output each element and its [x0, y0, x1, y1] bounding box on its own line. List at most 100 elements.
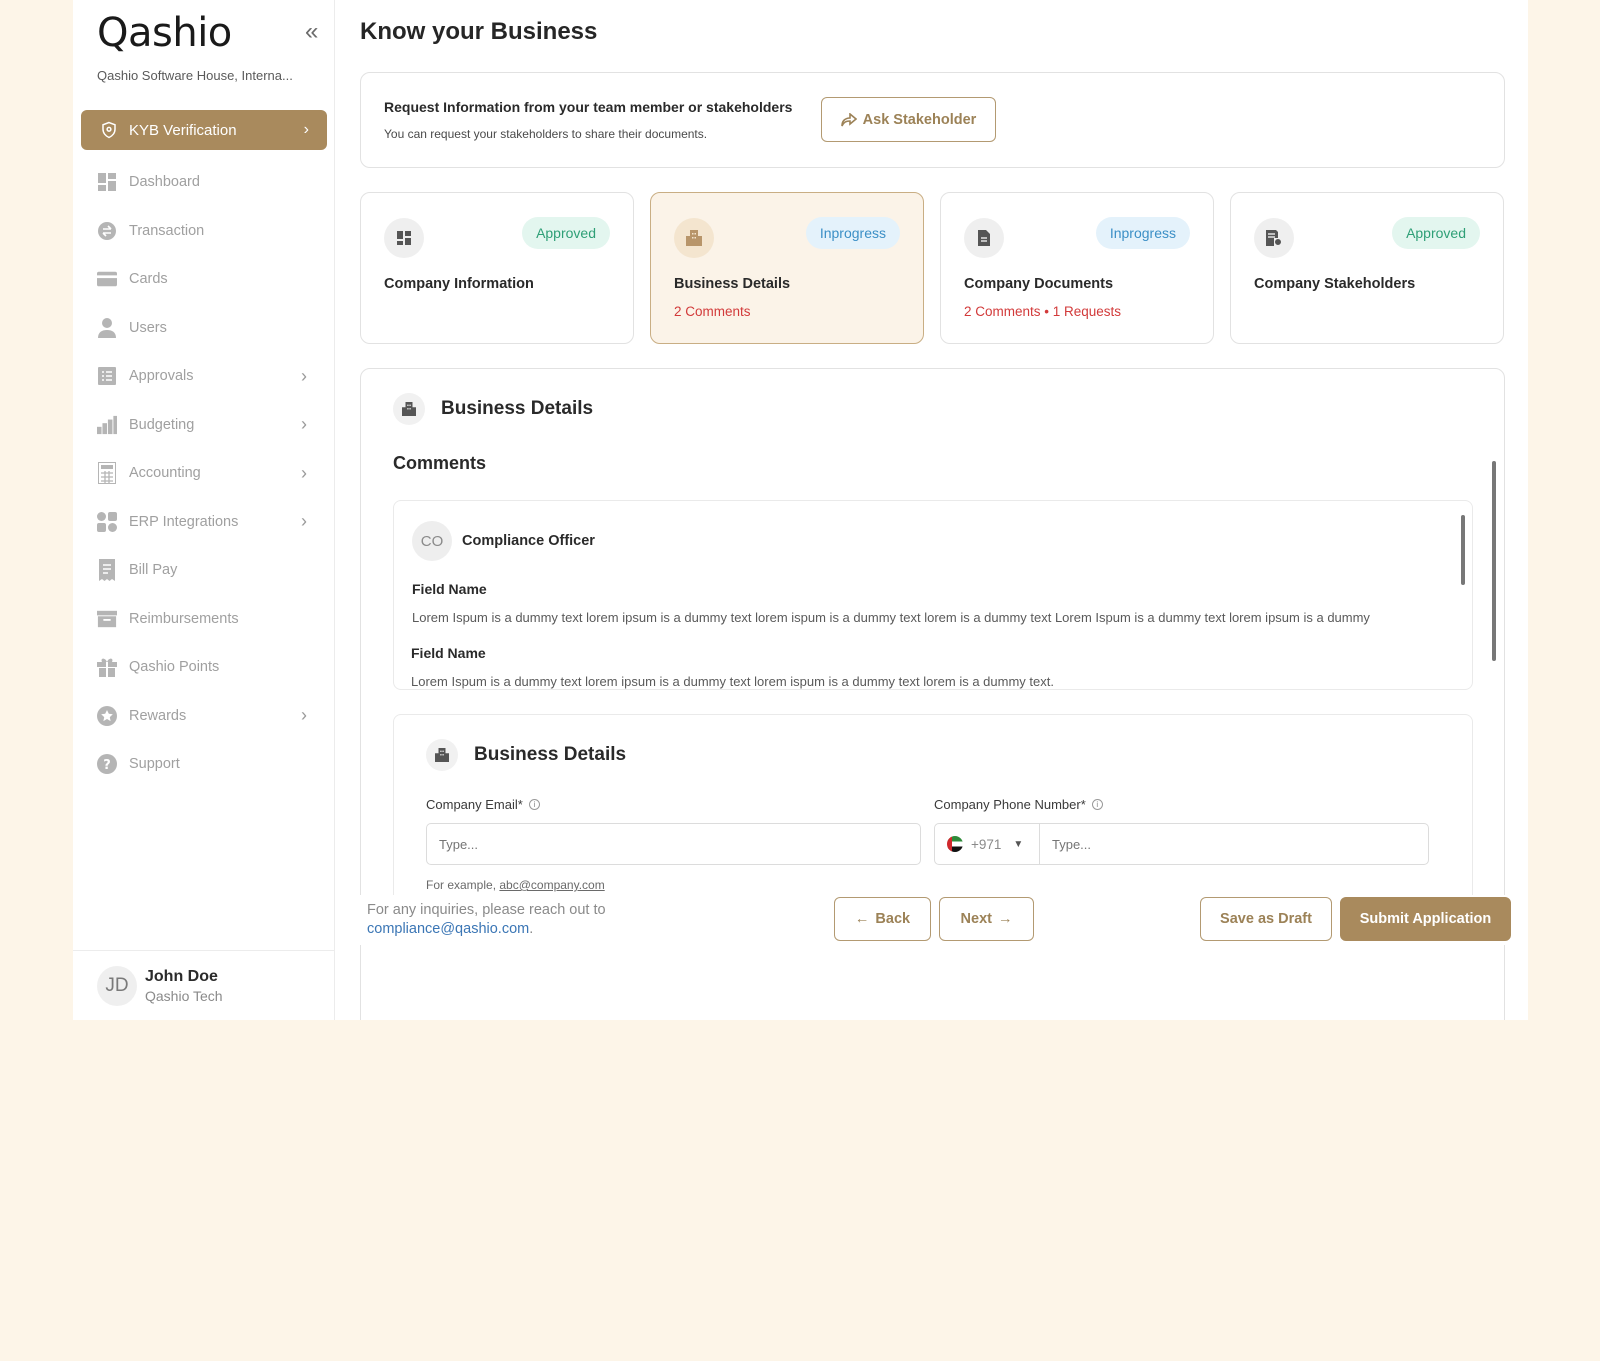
- status-badge: Inprogress: [805, 217, 900, 249]
- form-header: Business Details: [426, 739, 626, 771]
- request-info-card: Request Information from your team membe…: [360, 72, 1505, 168]
- sidebar-item-label: Bill Pay: [129, 562, 178, 579]
- section-title: Business Details: [441, 398, 594, 419]
- inquiry-suffix: .: [529, 921, 534, 937]
- status-badge: Approved: [522, 217, 610, 249]
- avatar: CO: [412, 521, 452, 561]
- dashboard-icon: [97, 172, 117, 192]
- comment-field-text: Lorem Ispum is a dummy text lorem ipsum …: [411, 674, 1054, 689]
- request-title: Request Information from your team membe…: [384, 99, 793, 115]
- comment-scrollbar[interactable]: [1461, 515, 1465, 585]
- chevron-right-icon: ›: [301, 462, 307, 483]
- organization-name[interactable]: Qashio Software House, Interna...: [97, 68, 317, 83]
- sidebar-item-transaction[interactable]: Transaction: [97, 207, 307, 256]
- sidebar-item-support[interactable]: ? Support: [97, 740, 307, 789]
- form-title: Business Details: [474, 744, 627, 765]
- sidebar-item-label: KYB Verification: [129, 121, 237, 139]
- step-card-company-stakeholders[interactable]: Approved Company Stakeholders: [1230, 192, 1504, 344]
- sidebar-item-bill-pay[interactable]: Bill Pay: [97, 546, 307, 595]
- user-icon: [97, 317, 117, 338]
- email-hint: For example, abc@company.com: [426, 878, 605, 892]
- document-icon: [964, 218, 1004, 258]
- hint-example-link[interactable]: abc@company.com: [499, 878, 604, 892]
- compliance-email-link[interactable]: compliance@qashio.com: [367, 921, 529, 937]
- sidebar-item-label: Support: [129, 756, 180, 773]
- ask-stakeholder-label: Ask Stakeholder: [862, 111, 977, 128]
- step-title: Company Stakeholders: [1254, 276, 1416, 292]
- company-email-input[interactable]: [426, 823, 921, 865]
- submit-application-button[interactable]: Submit Application: [1340, 897, 1511, 941]
- back-button[interactable]: ← Back: [834, 897, 931, 941]
- save-draft-button[interactable]: Save as Draft: [1200, 897, 1332, 941]
- step-card-company-documents[interactable]: Inprogress Company Documents 2 Comments …: [940, 192, 1214, 344]
- user-info: John Doe Qashio Tech: [145, 968, 223, 1004]
- label-text: Company Email*: [426, 797, 523, 812]
- status-badge: Inprogress: [1095, 217, 1190, 249]
- user-profile[interactable]: JD John Doe Qashio Tech: [73, 950, 335, 1020]
- sidebar-item-label: Users: [129, 319, 167, 336]
- ask-stakeholder-button[interactable]: Ask Stakeholder: [821, 97, 996, 142]
- user-name: John Doe: [145, 967, 218, 985]
- chevron-right-icon: ›: [301, 705, 307, 726]
- hint-prefix: For example,: [426, 878, 497, 892]
- request-subtitle: You can request your stakeholders to sha…: [384, 127, 708, 141]
- collapse-sidebar-icon[interactable]: «: [305, 18, 318, 46]
- share-arrow-icon: [840, 112, 857, 127]
- avatar: JD: [97, 965, 137, 1006]
- sidebar-item-label: Accounting: [129, 465, 201, 482]
- sidebar-item-label: Cards: [129, 271, 168, 288]
- step-card-business-details[interactable]: Inprogress Business Details 2 Comments: [650, 192, 924, 344]
- sidebar-item-label: Rewards: [129, 707, 187, 724]
- info-icon[interactable]: i: [528, 799, 540, 810]
- label-text: Company Phone Number*: [934, 797, 1086, 812]
- section-header: Business Details: [393, 393, 593, 425]
- company-phone-input[interactable]: [1039, 823, 1429, 865]
- building-icon: [426, 739, 458, 771]
- sidebar-item-kyb-verification[interactable]: KYB Verification ›: [81, 110, 327, 150]
- next-button[interactable]: Next →: [939, 897, 1034, 941]
- sidebar-item-accounting[interactable]: Accounting ›: [97, 449, 307, 498]
- sidebar-item-reimbursements[interactable]: Reimbursements: [97, 595, 307, 644]
- step-card-company-information[interactable]: Approved Company Information: [360, 192, 634, 344]
- sidebar-item-erp-integrations[interactable]: ERP Integrations ›: [97, 498, 307, 547]
- sidebar-item-dashboard[interactable]: Dashboard: [97, 158, 307, 207]
- sidebar-item-cards[interactable]: Cards: [97, 255, 307, 304]
- status-badge: Approved: [1392, 217, 1480, 249]
- next-label: Next: [960, 911, 992, 927]
- grid-icon: [97, 511, 117, 532]
- gift-icon: [97, 657, 117, 678]
- sidebar-item-users[interactable]: Users: [97, 304, 307, 353]
- sidebar-item-qashio-points[interactable]: Qashio Points: [97, 643, 307, 692]
- archive-icon: [97, 609, 117, 629]
- arrow-left-icon: ←: [854, 911, 870, 927]
- building-icon: [674, 218, 714, 258]
- comment-thread[interactable]: CO Compliance Officer Field Name Lorem I…: [393, 500, 1473, 690]
- sidebar-item-label: ERP Integrations: [129, 513, 239, 530]
- page-title: Know your Business: [360, 18, 598, 45]
- footer-actions: For any inquiries, please reach out to c…: [360, 895, 1520, 945]
- sidebar-item-budgeting[interactable]: Budgeting ›: [97, 401, 307, 450]
- stakeholder-doc-icon: [1254, 218, 1294, 258]
- country-code-select[interactable]: +971 ▼: [934, 823, 1040, 865]
- main-content: Know your Business Request Information f…: [335, 0, 1528, 1020]
- step-comments-count: 2 Comments: [674, 304, 751, 319]
- sidebar-nav: Dashboard Transaction Cards Users Approv…: [97, 158, 307, 789]
- sidebar-item-rewards[interactable]: Rewards ›: [97, 692, 307, 741]
- grid-icon: [384, 218, 424, 258]
- user-organization: Qashio Tech: [145, 987, 223, 1004]
- receipt-icon: [97, 559, 117, 582]
- sidebar-item-approvals[interactable]: Approvals ›: [97, 352, 307, 401]
- comments-title: Comments: [393, 453, 487, 473]
- star-icon: [97, 705, 117, 726]
- panel-scrollbar[interactable]: [1492, 461, 1496, 661]
- company-email-label: Company Email* i: [426, 797, 540, 812]
- card-icon: [97, 269, 117, 289]
- list-icon: [97, 366, 117, 386]
- qashio-logo[interactable]: Qashio: [97, 10, 232, 56]
- chevron-right-icon: ›: [301, 511, 307, 532]
- business-details-form: Business Details Company Email* i For ex…: [393, 714, 1473, 914]
- step-title: Business Details: [674, 276, 791, 292]
- info-icon[interactable]: i: [1091, 799, 1103, 810]
- chevron-right-icon: ›: [303, 121, 309, 138]
- back-label: Back: [875, 911, 911, 927]
